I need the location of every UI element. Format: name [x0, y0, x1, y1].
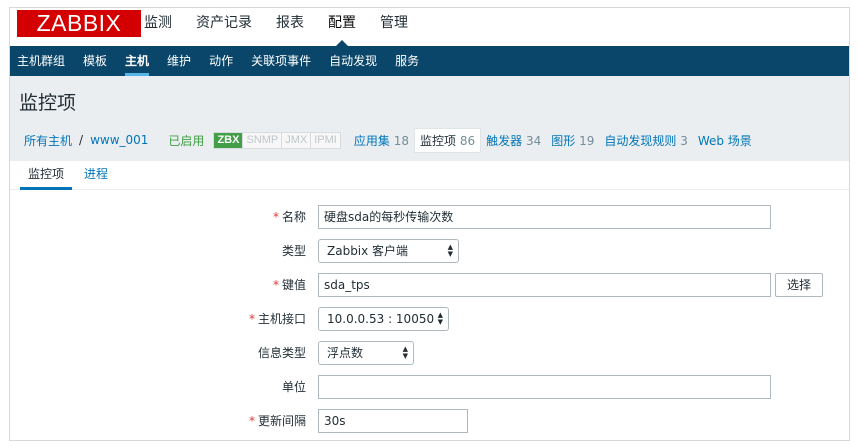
interval-label-text: 更新间隔: [257, 414, 306, 428]
form-row-interval: * 更新间隔 30s: [10, 409, 849, 433]
form-row-type: 类型 Zabbix 客户端 ▲ ▼: [10, 239, 849, 263]
name-label-text: 名称: [281, 210, 306, 224]
applications-count: 18: [393, 133, 409, 148]
subnav-discovery[interactable]: 自动发现: [320, 46, 386, 76]
triggers-count: 34: [525, 133, 542, 148]
form-row-name: * 名称 硬盘sda的每秒传输次数: [10, 205, 849, 229]
availability-jmx: JMX: [281, 132, 311, 148]
units-label: 单位: [281, 380, 306, 394]
host-nav-discovery-rules[interactable]: 自动发现规则 3: [599, 132, 692, 149]
key-label-text: 键值: [281, 278, 306, 292]
key-label: * 键值: [273, 273, 306, 297]
interface-label-text: 主机接口: [257, 312, 306, 326]
top-menu-administration[interactable]: 管理: [368, 8, 420, 46]
triggers-label: 触发器: [486, 133, 523, 148]
graphs-label: 图形: [551, 133, 576, 148]
type-select[interactable]: Zabbix 客户端 ▲ ▼: [318, 239, 459, 263]
type-label: 类型: [281, 244, 306, 258]
interface-select-value: 10.0.0.53 : 10050: [327, 312, 435, 326]
host-breadcrumb-nav: 所有主机 / www_001 已启用 ZBX SNMP JMX IPMI 应用集…: [10, 126, 849, 154]
type-select-value: Zabbix 客户端: [327, 244, 409, 258]
name-label: * 名称: [273, 205, 306, 229]
interface-select[interactable]: 10.0.0.53 : 10050 ▲ ▼: [318, 307, 449, 331]
availability-indicators: ZBX SNMP JMX IPMI: [213, 131, 341, 149]
host-nav-graphs[interactable]: 图形 19: [546, 132, 599, 149]
tab-preprocessing[interactable]: 进程: [84, 161, 108, 190]
availability-snmp: SNMP: [242, 132, 282, 148]
form-row-info-type: 信息类型 浮点数 ▲ ▼: [10, 341, 849, 365]
subnav-correlation[interactable]: 关联项事件: [242, 46, 320, 76]
name-input[interactable]: 硬盘sda的每秒传输次数: [318, 205, 771, 229]
discovery-count: 3: [680, 133, 688, 148]
interval-input[interactable]: 30s: [318, 409, 468, 433]
tab-item[interactable]: 监控项: [20, 161, 73, 190]
items-label: 监控项: [419, 133, 456, 148]
form-tabs: 监控项 进程: [10, 161, 849, 190]
subnav-hosts[interactable]: 主机: [116, 46, 158, 76]
sub-navigation: 主机群组 模板 主机 维护 动作 关联项事件 自动发现 服务: [10, 46, 849, 76]
form-row-units: 单位: [10, 375, 849, 399]
interval-label: * 更新间隔: [249, 409, 306, 433]
item-form: * 名称 硬盘sda的每秒传输次数 类型 Zabbix 客户端 ▲ ▼ * 键值 sd…: [10, 190, 849, 440]
breadcrumb-separator: /: [79, 133, 84, 147]
breadcrumb-host-name[interactable]: www_001: [85, 133, 153, 147]
host-nav-items[interactable]: 监控项 86: [413, 127, 482, 153]
form-row-key: * 键值 sda_tps 选择: [10, 273, 849, 297]
units-input[interactable]: [318, 375, 771, 399]
subnav-actions[interactable]: 动作: [200, 46, 242, 76]
top-menu-configuration[interactable]: 配置: [316, 8, 368, 46]
top-menu-inventory[interactable]: 资产记录: [184, 8, 264, 46]
form-row-interface: * 主机接口 10.0.0.53 : 10050 ▲ ▼: [10, 307, 849, 331]
breadcrumb-all-hosts[interactable]: 所有主机: [19, 132, 77, 149]
subnav-host-groups[interactable]: 主机群组: [10, 46, 74, 76]
graphs-count: 19: [579, 133, 595, 148]
subnav-templates[interactable]: 模板: [74, 46, 116, 76]
availability-zbx: ZBX: [214, 132, 243, 148]
page-title: 监控项: [19, 92, 77, 114]
items-count: 86: [459, 133, 476, 148]
zabbix-window: ZABBIX 监测 资产记录 报表 配置 管理 主机群组 模板 主机 维护 动作…: [9, 7, 850, 441]
host-nav-applications[interactable]: 应用集 18: [349, 132, 414, 149]
top-menu: 监测 资产记录 报表 配置 管理: [132, 8, 420, 46]
select-arrows-icon: ▲ ▼: [402, 345, 408, 360]
key-select-button[interactable]: 选择: [775, 273, 823, 297]
select-arrows-icon: ▲ ▼: [447, 243, 453, 258]
applications-label: 应用集: [353, 133, 390, 148]
host-nav-web-scenarios[interactable]: Web 场景: [693, 132, 757, 149]
key-input[interactable]: sda_tps: [318, 273, 771, 297]
top-menu-reports[interactable]: 报表: [264, 8, 316, 46]
required-mark: *: [248, 414, 255, 428]
availability-ipmi: IPMI: [310, 132, 340, 148]
info-type-select[interactable]: 浮点数 ▲ ▼: [318, 341, 414, 365]
discovery-label: 自动发现规则: [604, 133, 677, 148]
subnav-services[interactable]: 服务: [386, 46, 428, 76]
required-mark: *: [248, 312, 255, 326]
interface-label: * 主机接口: [249, 307, 306, 331]
top-menu-monitoring[interactable]: 监测: [132, 8, 184, 46]
host-nav-triggers[interactable]: 触发器 34: [481, 132, 546, 149]
info-type-select-value: 浮点数: [327, 346, 364, 360]
info-type-label: 信息类型: [257, 346, 306, 360]
top-bar: ZABBIX 监测 资产记录 报表 配置 管理: [10, 8, 849, 46]
required-mark: *: [272, 278, 279, 292]
subnav-maintenance[interactable]: 维护: [158, 46, 200, 76]
required-mark: *: [272, 210, 279, 224]
zabbix-logo[interactable]: ZABBIX: [17, 10, 141, 37]
select-arrows-icon: ▲ ▼: [437, 311, 443, 326]
host-status-enabled[interactable]: 已启用: [153, 132, 213, 149]
